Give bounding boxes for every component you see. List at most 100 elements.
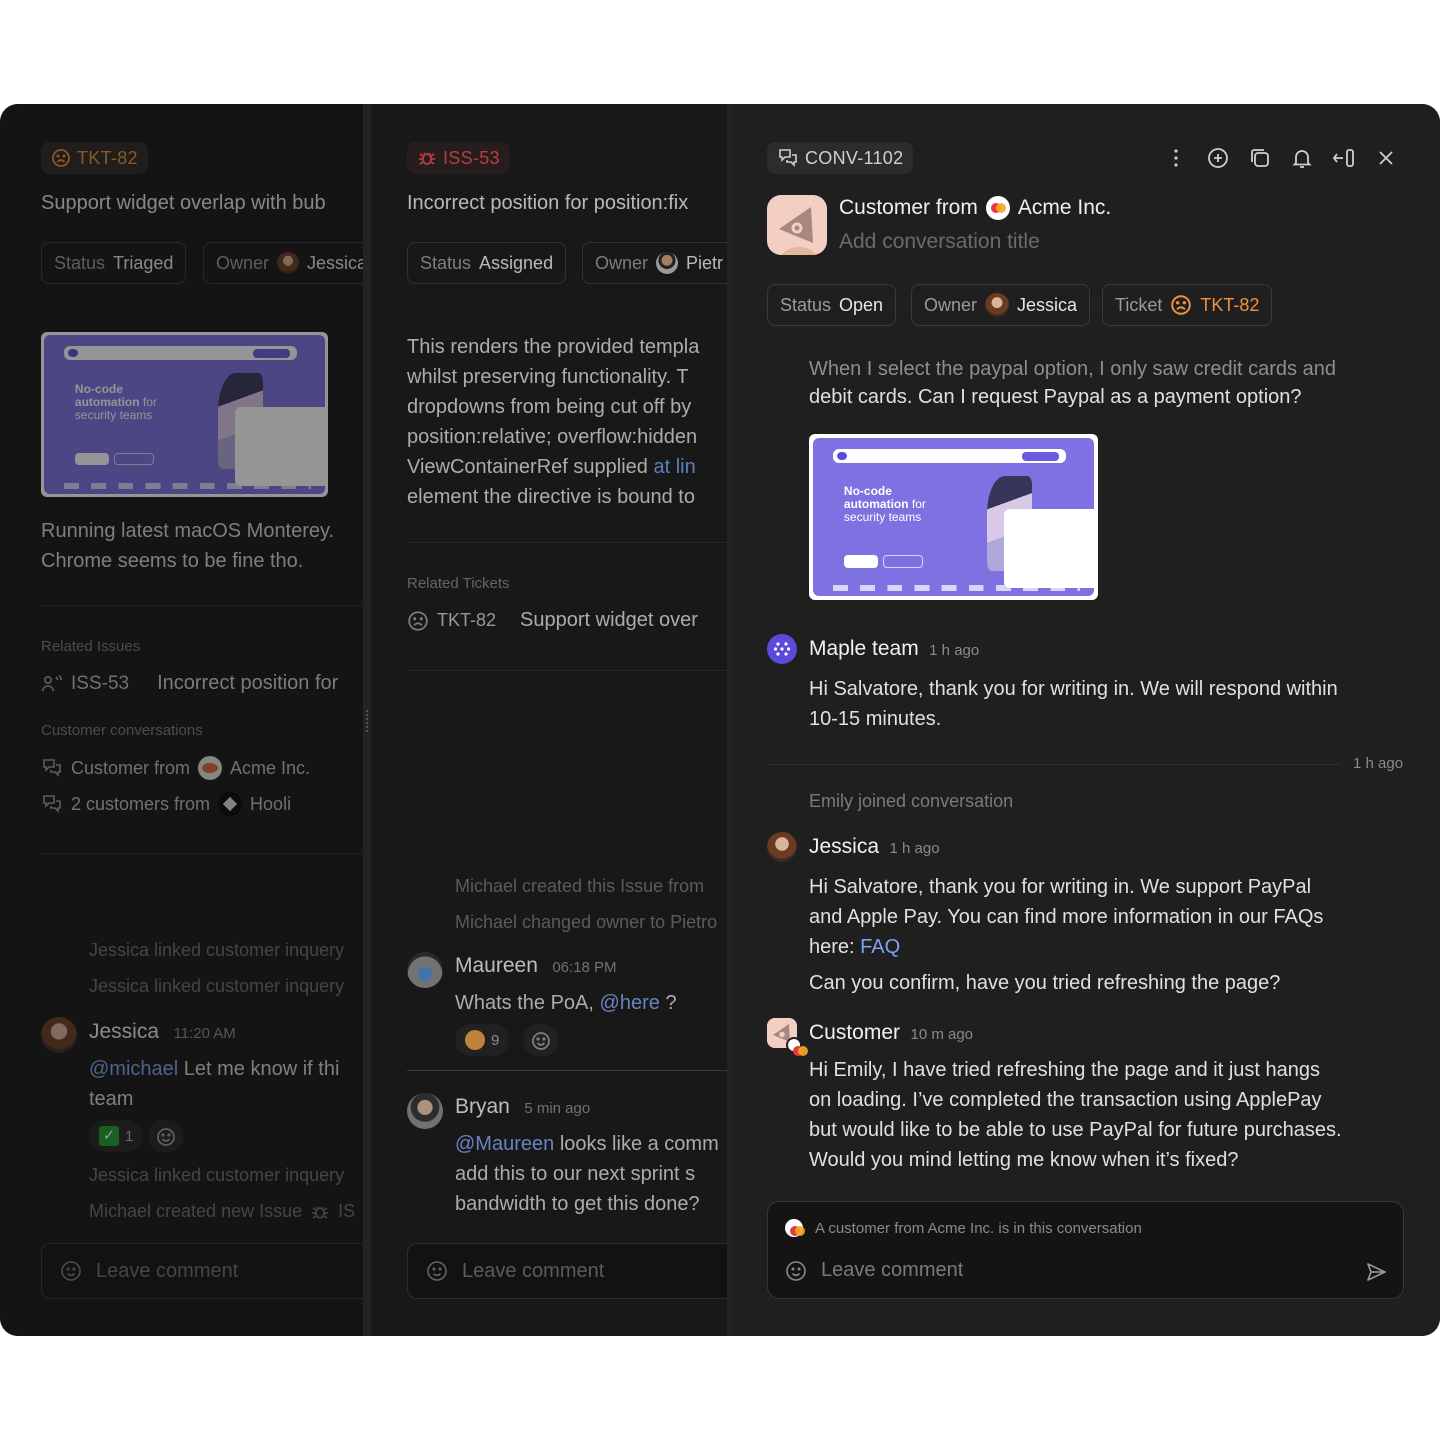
new-messages-divider (407, 1070, 727, 1071)
acme-logo (198, 756, 223, 780)
owner-label: Owner (924, 294, 978, 315)
time-separator-line (767, 764, 1341, 765)
system-event: Emily joined conversation (809, 791, 1014, 811)
conversation-ticket-chip[interactable]: Ticket TKT-82 (1102, 284, 1273, 326)
message-author: Customer (809, 1021, 901, 1044)
ticket-status-chip[interactable]: Status Triaged (41, 242, 187, 284)
emoji-icon[interactable] (785, 1260, 807, 1282)
mention-link[interactable]: @Maureen (455, 1133, 554, 1155)
related-issues-label: Related Issues (41, 638, 141, 655)
owner-label: Owner (595, 252, 649, 273)
description-link[interactable]: at lin (653, 456, 695, 478)
message-text: @michael Let me know if thi (89, 1054, 339, 1084)
message-text-line: Would you mind letting me know when it’s… (809, 1149, 1239, 1171)
message-text-line: but would like to be able to use PayPal … (809, 1119, 1342, 1141)
issue-description-line: element the directive is bound to (407, 486, 695, 508)
activity-text: Michael created new Issue (89, 1201, 303, 1221)
conversation-attachment-image[interactable]: No-code automation for security teams (809, 434, 1098, 600)
add-reaction-button[interactable] (148, 1120, 184, 1152)
message-text-line: When I select the paypal option, I only … (809, 358, 1336, 380)
reaction-chip[interactable]: ✓ 1 (89, 1120, 144, 1152)
conversation-title-input[interactable]: Add conversation title (839, 230, 1040, 254)
copy-button[interactable] (1246, 144, 1274, 172)
ticket-id-badge[interactable]: TKT-82 (41, 142, 148, 174)
conversation-prefix: 2 customers from (71, 793, 211, 814)
conversation-company: Acme Inc. (230, 757, 311, 778)
message-header: Jessica 11:20 AM (89, 1020, 236, 1044)
more-options-button[interactable] (1162, 144, 1190, 172)
issue-status-chip[interactable]: Status Assigned (407, 242, 567, 284)
ticket-owner-chip[interactable]: Owner Jessica (203, 242, 363, 284)
related-tickets-label: Related Tickets (407, 575, 510, 592)
related-issue-title: Incorrect position for (157, 672, 339, 694)
issue-owner-chip[interactable]: Owner Pietr (582, 242, 727, 284)
close-icon (1379, 151, 1393, 165)
owner-avatar (985, 293, 1010, 317)
header-company[interactable]: Acme Inc. (1018, 196, 1111, 220)
ticket-panel: TKT-82 Support widget overlap with bub S… (0, 104, 363, 1336)
send-button[interactable] (1362, 1258, 1390, 1286)
acme-logo (786, 1037, 808, 1056)
conversation-composer: A customer from Acme Inc. is in this con… (767, 1201, 1404, 1299)
notifications-button[interactable] (1288, 144, 1316, 172)
maple-team-avatar (767, 634, 797, 664)
reaction-chip[interactable]: 9 (455, 1024, 510, 1056)
customer-conversation-item[interactable]: 2 customers from Hooli (41, 792, 291, 816)
related-issue-item[interactable]: ISS-53 Incorrect position for (41, 672, 338, 695)
mention-link[interactable]: @here (600, 992, 660, 1014)
conversation-owner-chip[interactable]: Owner Jessica (911, 284, 1091, 326)
status-label: Status (780, 294, 832, 315)
add-button[interactable] (1204, 144, 1232, 172)
issue-ref[interactable]: IS (338, 1201, 355, 1222)
message-author: Maureen (455, 954, 538, 977)
conversation-comment-input[interactable]: Leave comment (785, 1259, 963, 1282)
add-reaction-button[interactable] (523, 1024, 559, 1056)
conversation-id-badge[interactable]: CONV-1102 (767, 142, 914, 174)
collapse-panel-button[interactable] (1330, 144, 1358, 172)
sad-face-icon (52, 149, 70, 167)
related-ticket-item[interactable]: TKT-82 Support widget over (407, 609, 698, 632)
faq-link[interactable]: FAQ (860, 936, 900, 958)
message-author: Jessica (89, 1020, 160, 1043)
sad-face-icon (408, 610, 428, 631)
comment-placeholder: Leave comment (821, 1259, 964, 1281)
customer-conversation-item[interactable]: Customer from Acme Inc. (41, 756, 310, 780)
message-author-avatar (767, 832, 797, 862)
grip-icon[interactable] (366, 710, 368, 732)
ticket-label: Ticket (1115, 294, 1163, 315)
chat-bubbles-icon (779, 149, 797, 167)
emoji-icon (61, 1261, 81, 1281)
message-text-line: debit cards. Can I request Paypal as a p… (809, 386, 1302, 408)
customer-avatar (767, 1018, 808, 1056)
reaction-count: 9 (491, 1031, 500, 1049)
issue-description-line: whilst preserving functionality. T (407, 366, 689, 388)
message-time: 10 m ago (910, 1026, 974, 1043)
close-button[interactable] (1372, 144, 1400, 172)
description-text: ViewContainerRef supplied (407, 456, 648, 478)
message-text-line: add this to our next sprint s (455, 1163, 696, 1185)
ticket-attachment-image[interactable]: No-code automation for security teams (41, 332, 328, 497)
issue-comment-input[interactable]: Leave comment (407, 1243, 727, 1299)
message-header: Bryan 5 min ago (455, 1095, 590, 1119)
ticket-comment-input[interactable]: Leave comment (41, 1243, 363, 1299)
conversation-status-chip[interactable]: Status Open (767, 284, 897, 326)
app-window: TKT-82 Support widget overlap with bub S… (0, 104, 1440, 1336)
owner-name: Jessica (307, 252, 363, 273)
message-text-line: Let me know if thi (183, 1058, 340, 1080)
chat-bubbles-icon (43, 759, 61, 777)
issue-id-badge[interactable]: ISS-53 (407, 142, 510, 174)
copy-icon (1251, 149, 1269, 167)
customer-conversations-label: Customer conversations (41, 722, 203, 739)
mention-link[interactable]: @michael (89, 1058, 178, 1080)
conversation-id: CONV-1102 (805, 147, 904, 168)
issue-description-line: ViewContainerRef supplied at lin (407, 452, 696, 482)
message-text-part: Whats the PoA, (455, 992, 594, 1014)
divider (407, 670, 727, 671)
collapse-left-icon (1332, 149, 1354, 167)
comment-placeholder: Leave comment (96, 1259, 239, 1282)
time-separator-label: 1 h ago (1353, 755, 1404, 772)
reaction-count: 1 (125, 1127, 134, 1145)
conversation-thread[interactable]: When I select the paypal option, I only … (733, 350, 1440, 1190)
issue-description-line: dropdowns from being cut off by (407, 396, 692, 418)
conversation-prefix: Customer from (71, 757, 191, 778)
